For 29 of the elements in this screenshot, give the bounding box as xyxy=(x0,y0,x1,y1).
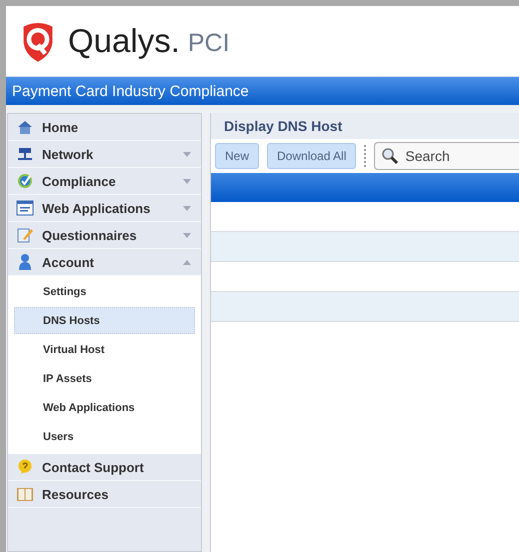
sidebar-item[interactable]: Compliance xyxy=(8,168,201,195)
house-icon xyxy=(17,119,33,135)
person-icon xyxy=(17,253,33,271)
sidebar-item[interactable]: Web Applications xyxy=(8,195,201,222)
form-pencil-icon xyxy=(17,227,33,243)
submenu-item[interactable]: Virtual Host xyxy=(14,336,195,363)
toolbar-button[interactable]: New xyxy=(215,143,260,169)
panel-title: Display DNS Host xyxy=(211,113,519,139)
sidebar-item[interactable]: Network xyxy=(8,141,201,168)
brand-name: Qualys. xyxy=(68,22,180,60)
check-badge-icon xyxy=(17,173,33,189)
book-icon xyxy=(16,486,34,502)
submenu-item[interactable]: Users xyxy=(14,423,195,450)
search-icon xyxy=(381,147,400,165)
submenu-item[interactable]: DNS Hosts xyxy=(14,307,195,334)
server-icon xyxy=(17,146,33,162)
sidebar-item[interactable]: Resources xyxy=(8,481,201,508)
submenu-item[interactable]: IP Assets xyxy=(14,365,195,392)
submenu-item[interactable]: Settings xyxy=(14,278,195,305)
sidebar-item[interactable]: Home xyxy=(8,114,201,141)
toolbar-button[interactable]: Download All xyxy=(267,143,356,169)
search-field[interactable]: Search xyxy=(374,142,519,170)
browser-window-icon xyxy=(16,200,34,216)
banner-title: Payment Card Industry Compliance xyxy=(12,82,249,100)
question-bubble-icon xyxy=(17,459,33,475)
product-name: PCI xyxy=(188,28,230,58)
submenu-item[interactable]: Web Applications xyxy=(14,394,195,421)
sidebar-item[interactable]: Contact Support xyxy=(8,454,201,481)
sidebar-item[interactable]: Questionnaires xyxy=(8,222,201,249)
